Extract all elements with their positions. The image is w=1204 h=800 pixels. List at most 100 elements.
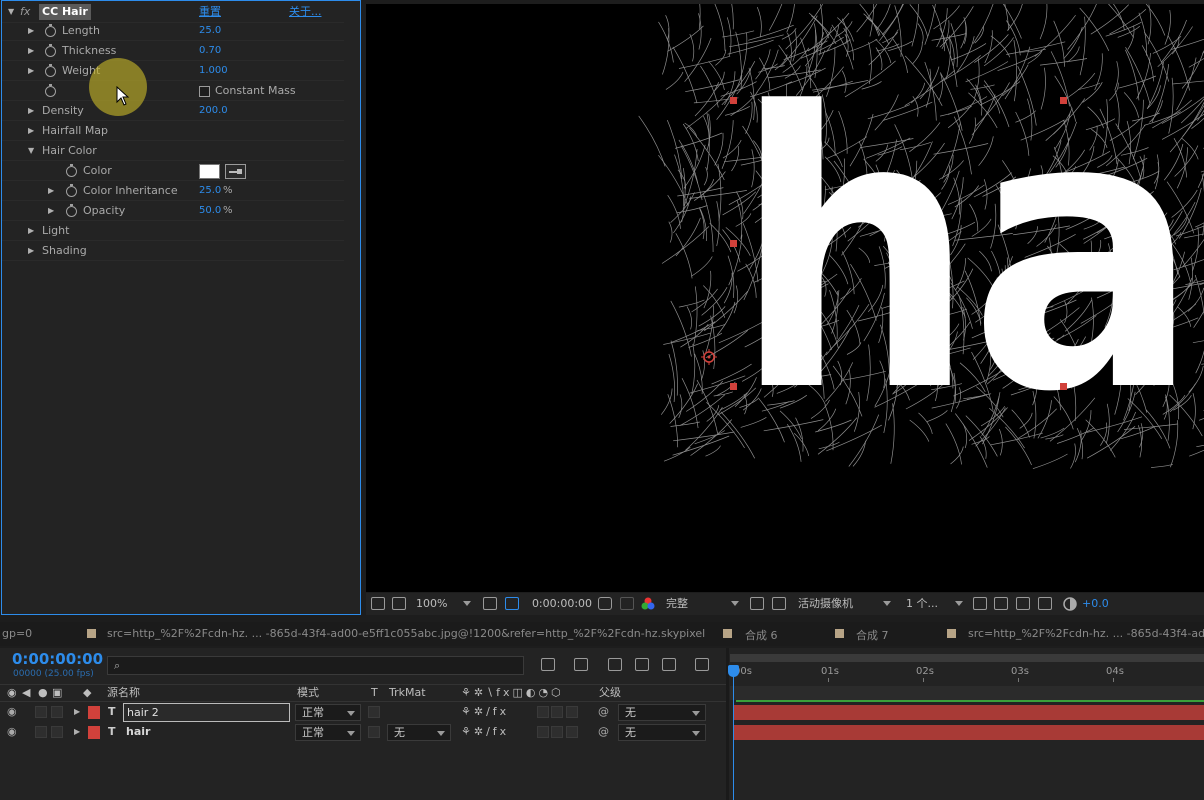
pickwhip-icon[interactable]: @: [598, 705, 609, 718]
tab-src-image[interactable]: src=http_%2F%2Fcdn-hz. ... -865d-43f4-ad…: [968, 627, 1204, 640]
group-shading[interactable]: ▶ Shading: [2, 241, 344, 261]
timeline-timecode[interactable]: 0:00:00:00: [12, 650, 103, 668]
group-light[interactable]: ▶ Light: [2, 221, 344, 241]
layer-row[interactable]: ◉ ▶ T hair 2 正常 ⚘✲∕fx @ 无: [0, 703, 726, 723]
timeline-toggle-icon[interactable]: [1016, 597, 1030, 610]
draft-3d-icon[interactable]: [574, 658, 588, 671]
layer-color-label[interactable]: [88, 726, 100, 739]
switches-header[interactable]: ⚘✲∖fx◫◐◔⬡: [461, 685, 564, 701]
layer-row[interactable]: ◉ ▶ T hair 正常 无 ⚘✲∕fx @ 无: [0, 723, 726, 743]
transform-handle[interactable]: [730, 383, 737, 390]
param-value[interactable]: 25.0: [199, 21, 221, 41]
audio-icon[interactable]: ◀: [22, 685, 30, 701]
eye-icon[interactable]: ◉: [7, 725, 17, 738]
resolution-dropdown[interactable]: 完整: [662, 596, 742, 612]
graph-editor-icon[interactable]: [695, 658, 709, 671]
transform-handle[interactable]: [1060, 97, 1067, 104]
region-of-interest-icon[interactable]: [750, 597, 764, 610]
param-value[interactable]: 0.70: [199, 41, 221, 61]
eyedropper-icon[interactable]: [225, 164, 246, 179]
fx-icon[interactable]: fx: [20, 1, 30, 23]
parent-select[interactable]: 无: [618, 724, 706, 741]
trkmat-header[interactable]: TrkMat: [389, 685, 426, 701]
motion-blur-icon[interactable]: [662, 658, 676, 671]
monitor-icon[interactable]: [392, 597, 406, 610]
expand-triangle-icon[interactable]: ▶: [28, 221, 34, 241]
fast-preview-icon[interactable]: [994, 597, 1008, 610]
stopwatch-icon[interactable]: [45, 44, 56, 57]
parent-select[interactable]: 无: [618, 704, 706, 721]
layer-switches[interactable]: ⚘✲∕fx: [461, 725, 509, 738]
switch-box[interactable]: [537, 706, 549, 718]
hide-shy-layers-icon[interactable]: [608, 658, 622, 671]
parent-header[interactable]: 父级: [599, 685, 621, 701]
layer-color-label[interactable]: [88, 706, 100, 719]
switch-box[interactable]: [566, 706, 578, 718]
comp-mini-flowchart-icon[interactable]: [541, 658, 555, 671]
preserve-transparency-switch[interactable]: [368, 706, 380, 718]
transform-handle[interactable]: [730, 97, 737, 104]
stopwatch-icon[interactable]: [66, 164, 77, 177]
views-dropdown[interactable]: 1 个...: [902, 596, 966, 612]
preserve-transparency-switch[interactable]: [368, 726, 380, 738]
stopwatch-icon[interactable]: [45, 64, 56, 77]
grid-toggle-icon[interactable]: [483, 597, 497, 610]
layer-switches[interactable]: ⚘✲∕fx: [461, 705, 509, 718]
param-value[interactable]: 200.0: [199, 101, 228, 121]
pickwhip-icon[interactable]: @: [598, 725, 609, 738]
lock-switch[interactable]: [51, 726, 63, 738]
switch-box[interactable]: [566, 726, 578, 738]
transform-handle[interactable]: [730, 240, 737, 247]
source-name-header[interactable]: 源名称: [107, 685, 140, 701]
reset-exposure-icon[interactable]: [1063, 597, 1077, 611]
stopwatch-icon[interactable]: [66, 204, 77, 217]
lock-icon[interactable]: ▣: [52, 685, 62, 701]
group-hair-color[interactable]: ▼ Hair Color: [2, 141, 344, 161]
tab-comp-7[interactable]: 合成 7: [856, 627, 889, 643]
playhead-handle[interactable]: [728, 665, 739, 677]
group-hairfall-map[interactable]: ▶ Hairfall Map: [2, 121, 344, 141]
expand-triangle-icon[interactable]: ▶: [28, 21, 34, 41]
stopwatch-icon[interactable]: [45, 24, 56, 37]
frame-blending-icon[interactable]: [635, 658, 649, 671]
track-matte-select[interactable]: 无: [387, 724, 451, 741]
transform-handle[interactable]: [1060, 383, 1067, 390]
switch-box[interactable]: [537, 726, 549, 738]
snapshot-camera-icon[interactable]: [598, 597, 612, 610]
effect-name[interactable]: CC Hair: [39, 4, 91, 20]
expand-triangle-icon[interactable]: ▶: [48, 181, 54, 201]
layer-name-field[interactable]: hair 2: [123, 703, 290, 722]
constant-mass-checkbox[interactable]: [199, 86, 210, 97]
flowchart-icon[interactable]: [1038, 597, 1052, 610]
expand-triangle-icon[interactable]: ▶: [28, 41, 34, 61]
exposure-value[interactable]: +0.0: [1082, 596, 1109, 612]
pixel-aspect-icon[interactable]: [973, 597, 987, 610]
layer-search-input[interactable]: ⌕: [107, 656, 524, 675]
layer-name[interactable]: hair: [126, 725, 150, 738]
viewer-timecode[interactable]: 0:00:00:00: [526, 596, 598, 612]
collapse-triangle-icon[interactable]: ▼: [8, 1, 14, 23]
param-value[interactable]: 50.0: [199, 201, 221, 221]
composition-viewer[interactable]: hai: [366, 4, 1204, 592]
tab-comp-6[interactable]: 合成 6: [745, 627, 778, 643]
blend-mode-select[interactable]: 正常: [295, 724, 361, 741]
mode-header[interactable]: 模式: [297, 685, 319, 701]
expand-triangle-icon[interactable]: ▶: [28, 101, 34, 121]
expand-triangle-icon[interactable]: ▶: [74, 707, 80, 716]
param-value[interactable]: 25.0: [199, 181, 221, 201]
expand-triangle-icon[interactable]: ▶: [28, 121, 34, 141]
always-preview-icon[interactable]: [371, 597, 385, 610]
expand-triangle-icon[interactable]: ▶: [74, 727, 80, 736]
eye-icon[interactable]: ◉: [7, 705, 17, 718]
collapse-triangle-icon[interactable]: ▼: [28, 141, 34, 161]
t-header[interactable]: T: [371, 685, 378, 701]
param-value[interactable]: 1.000: [199, 61, 228, 81]
color-channel-icon[interactable]: [641, 597, 655, 611]
expand-triangle-icon[interactable]: ▶: [28, 61, 34, 81]
transparency-grid-icon[interactable]: [772, 597, 786, 610]
solo-switch[interactable]: [35, 726, 47, 738]
lock-switch[interactable]: [51, 706, 63, 718]
label-tag-icon[interactable]: ◆: [83, 685, 91, 701]
work-area-bar[interactable]: [730, 654, 1204, 662]
mask-toggle-icon[interactable]: [505, 597, 519, 610]
